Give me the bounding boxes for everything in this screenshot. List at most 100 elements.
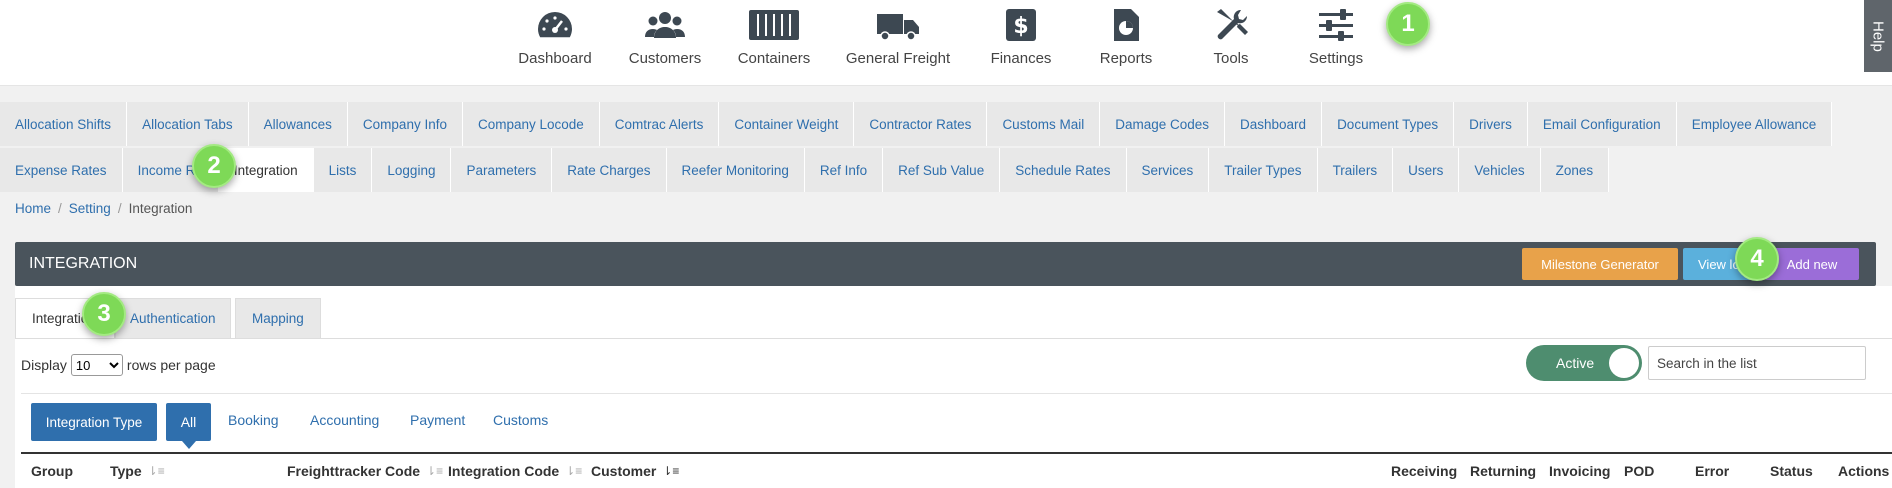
column-type[interactable]: Type ⇂≡ [110,463,165,479]
settings-tab-damage-codes[interactable]: Damage Codes [1100,102,1226,146]
settings-tab-customs-mail[interactable]: Customs Mail [987,102,1101,146]
column-label: Integration Code [448,463,560,479]
rows-per-page-select[interactable]: 102550100 [70,354,123,376]
sort-icon[interactable]: ⇂≡ [426,464,443,478]
report-icon [1114,9,1139,41]
filter-booking[interactable]: Booking [228,412,279,428]
help-tab[interactable]: Help [1864,0,1892,72]
tab-authentication[interactable]: Authentication [115,298,231,338]
display-label: Display [21,357,67,373]
filter-accounting[interactable]: Accounting [310,412,379,428]
filter-payment[interactable]: Payment [410,412,465,428]
column-invoicing: Invoicing [1549,463,1610,479]
column-returning: Returning [1470,463,1536,479]
settings-tab-company-info[interactable]: Company Info [347,102,463,146]
settings-tab-rate-charges[interactable]: Rate Charges [552,148,667,192]
step-badge: 2 [192,144,236,188]
nav-label: Settings [1308,50,1364,67]
column-label: Freighttracker Code [287,463,421,479]
nav-settings[interactable]: Settings [1295,0,1377,86]
nav-customers[interactable]: Customers [624,0,706,86]
nav-reports[interactable]: Reports [1085,0,1167,86]
dollar-icon: $ [1006,9,1036,41]
sort-icon[interactable]: ⇂≡ [565,464,582,478]
column-label: Returning [1470,463,1537,479]
settings-tab-trailers[interactable]: Trailers [1317,148,1394,192]
settings-tab-ref-info[interactable]: Ref Info [804,148,884,192]
tools-icon [1217,9,1248,40]
breadcrumb: Home / Setting / Integration [15,201,192,216]
users-icon [645,12,685,38]
active-toggle[interactable]: Active [1526,345,1642,381]
column-label: POD [1624,463,1655,479]
milestone-generator-button[interactable]: Milestone Generator [1522,248,1678,280]
nav-finances[interactable]: $ Finances [980,0,1062,86]
column-customer[interactable]: Customer ⇂≡ [591,463,679,479]
settings-tab-allocation-tabs[interactable]: Allocation Tabs [127,102,249,146]
settings-tab-users[interactable]: Users [1393,148,1460,192]
breadcrumb-current: Integration [128,201,193,216]
settings-tab-logging[interactable]: Logging [372,148,452,192]
tab-mapping[interactable]: Mapping [235,298,321,338]
settings-tab-container-weight[interactable]: Container Weight [719,102,855,146]
settings-tab-drivers[interactable]: Drivers [1454,102,1528,146]
breadcrumb-setting[interactable]: Setting [69,201,111,216]
filter-all[interactable]: All [166,403,211,449]
column-integration-code[interactable]: Integration Code ⇂≡ [448,463,582,479]
settings-tab-reefer-monitoring[interactable]: Reefer Monitoring [666,148,805,192]
settings-tab-allocation-shifts[interactable]: Allocation Shifts [0,102,128,146]
settings-tab-contractor-rates[interactable]: Contractor Rates [854,102,988,146]
column-group[interactable]: Group [31,463,73,479]
column-label: Error [1695,463,1730,479]
step-badge: 3 [82,292,126,336]
rows-per-page-label: rows per page [126,357,216,373]
column-receiving: Receiving [1391,463,1457,479]
nav-label: Tools [1213,50,1249,67]
column-label: Group [31,463,73,479]
top-navigation: Dashboard Customers Containers General F… [0,0,1892,86]
nav-tools[interactable]: Tools [1190,0,1272,86]
settings-tab-dashboard[interactable]: Dashboard [1225,102,1323,146]
settings-tab-email-configuration[interactable]: Email Configuration [1527,102,1677,146]
column-label: Status [1770,463,1813,479]
divider [21,393,1892,394]
sort-icon[interactable]: ⇂≡ [662,464,679,478]
settings-tab-schedule-rates[interactable]: Schedule Rates [1000,148,1127,192]
column-label: Type [110,463,142,479]
settings-tab-allowances[interactable]: Allowances [248,102,348,146]
breadcrumb-home[interactable]: Home [15,201,51,216]
nav-label: Reports [1099,50,1153,67]
settings-tabs-row-1: Allocation Shifts Allocation Tabs Allowanc… [0,102,1892,146]
nav-dashboard[interactable]: Dashboard [514,0,596,86]
column-error: Error [1695,463,1729,479]
filter-customs[interactable]: Customs [493,412,548,428]
column-freighttracker-code[interactable]: Freighttracker Code ⇂≡ [287,463,443,479]
nav-label: Dashboard [518,50,592,67]
sort-icon[interactable]: ⇂≡ [148,464,165,478]
container-icon [749,10,799,40]
svg-text:$: $ [1013,14,1028,39]
nav-general-freight[interactable]: General Freight [846,0,950,86]
column-label: Receiving [1391,463,1458,479]
settings-tab-zones[interactable]: Zones [1540,148,1610,192]
truck-icon [877,14,919,41]
settings-tab-expense-rates[interactable]: Expense Rates [0,148,123,192]
settings-tab-lists[interactable]: Lists [313,148,373,192]
settings-tab-services[interactable]: Services [1126,148,1210,192]
column-pod: POD [1624,463,1654,479]
integration-type-filter-label: Integration Type [31,403,157,441]
search-input[interactable] [1648,346,1866,380]
add-new-button[interactable]: Add new [1765,248,1859,280]
column-label: Actions [1838,463,1890,479]
breadcrumb-separator: / [117,201,122,216]
nav-containers[interactable]: Containers [733,0,815,86]
settings-tab-parameters[interactable]: Parameters [451,148,553,192]
step-badge: 1 [1386,2,1430,46]
settings-tab-comtrac-alerts[interactable]: Comtrac Alerts [599,102,720,146]
settings-tab-trailer-types[interactable]: Trailer Types [1209,148,1318,192]
settings-tab-document-types[interactable]: Document Types [1322,102,1455,146]
settings-tab-vehicles[interactable]: Vehicles [1459,148,1541,192]
settings-tab-company-locode[interactable]: Company Locode [462,102,600,146]
settings-tab-ref-sub-value[interactable]: Ref Sub Value [883,148,1001,192]
settings-tab-employee-allowance[interactable]: Employee Allowance [1676,102,1833,146]
